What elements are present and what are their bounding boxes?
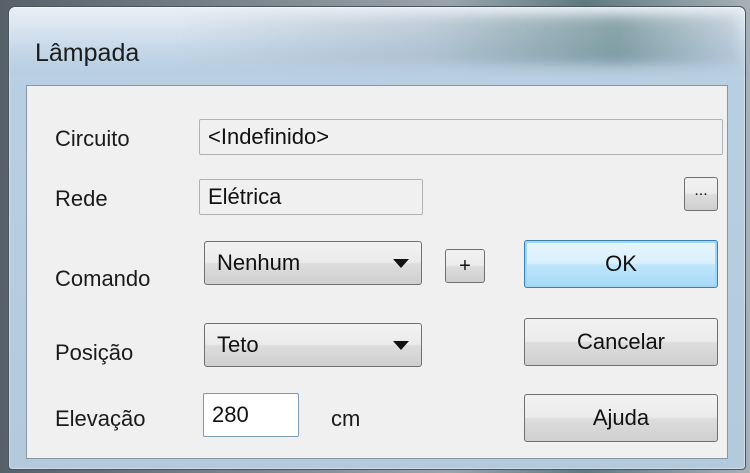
- dropdown-arrow-icon: [393, 259, 409, 268]
- title-bar-glass: [179, 15, 739, 65]
- cancel-button[interactable]: Cancelar: [524, 318, 718, 366]
- help-button[interactable]: Ajuda: [524, 394, 718, 442]
- rede-label: Rede: [55, 186, 108, 211]
- circuito-label: Circuito: [55, 126, 130, 151]
- rede-field: Elétrica: [199, 179, 423, 215]
- add-comando-button[interactable]: +: [445, 249, 485, 283]
- posicao-label: Posição: [55, 340, 134, 365]
- posicao-select[interactable]: Teto: [204, 323, 422, 367]
- comando-select[interactable]: Nenhum: [204, 241, 422, 285]
- posicao-select-value: Teto: [217, 332, 259, 357]
- elevacao-label: Elevação: [55, 406, 146, 431]
- comando-label: Comando: [55, 266, 151, 291]
- ok-button[interactable]: OK: [524, 240, 718, 288]
- circuito-field: <Indefinido>: [199, 119, 723, 155]
- comando-select-value: Nenhum: [217, 250, 301, 275]
- elevacao-unit-label: cm: [331, 406, 361, 431]
- browse-button[interactable]: ...: [684, 177, 718, 211]
- title-bar[interactable]: Lâmpada: [9, 7, 745, 75]
- window-title: Lâmpada: [35, 39, 140, 67]
- elevacao-input[interactable]: 280: [203, 393, 299, 437]
- dialog-window: Lâmpada Circuito <Indefinido> Rede Elétr…: [8, 6, 746, 470]
- dropdown-arrow-icon: [393, 341, 409, 350]
- dialog-client-area: Circuito <Indefinido> Rede Elétrica ... …: [26, 85, 728, 459]
